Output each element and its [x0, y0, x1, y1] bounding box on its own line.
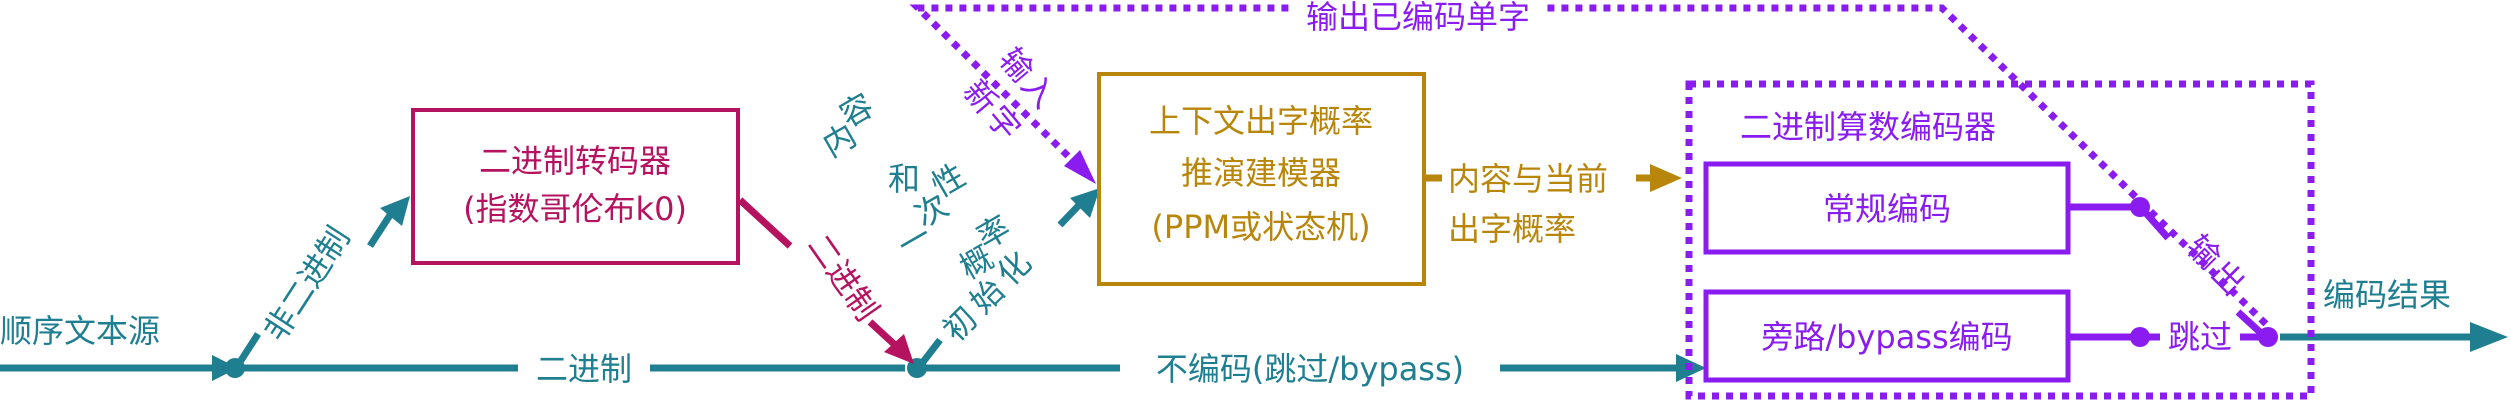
model-group: 上下文出字概率 推演建模器 (PPM或状态机) 内容与当前 出字概率	[1097, 72, 1682, 286]
binary-side-line-b	[867, 319, 898, 348]
output-coded-label: 输出已编码单字	[1306, 0, 1530, 36]
regular-text: 常规编码	[1823, 190, 1951, 228]
non-binary-line-b	[367, 210, 395, 248]
output-label: 输 出	[2179, 227, 2253, 303]
model-line2: 推演建模器	[1181, 154, 1341, 192]
result-arrowhead	[2470, 322, 2508, 352]
prob-text-line1: 内容与当前	[1448, 160, 1608, 198]
model-line1: 上下文出字概率	[1149, 102, 1373, 140]
binarizer-box	[411, 108, 740, 265]
non-binary-line-a	[237, 332, 261, 364]
init-line-b	[1057, 201, 1083, 228]
regular-diag-b	[2235, 309, 2265, 337]
prob-arrowhead	[1650, 164, 1682, 192]
init-line-a	[920, 337, 943, 365]
model-line3: (PPM或状态机)	[1151, 208, 1370, 246]
binarizer-line1: 二进制转码器	[479, 142, 671, 180]
source-label: 顺序文本源	[0, 312, 160, 350]
arith-title: 二进制算数编码器	[1740, 108, 1996, 146]
no-encode-label: 不编码(跳过/bypass)	[1156, 350, 1464, 388]
feedback-arrowhead	[1064, 150, 1096, 184]
bypass-text: 旁路/bypass编码	[1761, 318, 2012, 356]
skip-label: 跳过	[2168, 318, 2232, 356]
binary-side-label: 二进制	[800, 227, 886, 327]
content-c2-1: 和	[888, 160, 920, 198]
non-binary-label: 非二进制	[256, 220, 358, 348]
result-label: 编码结果	[2323, 276, 2451, 314]
binarizer-line2: (指数哥伦布k0)	[463, 190, 687, 228]
prob-text-line2: 出字概率	[1448, 210, 1576, 248]
binary-side-line-a	[737, 197, 793, 249]
diagram-canvas: 二进制转码器 (指数哥伦布k0) 上下文出字概率 推演建模器 (PPM或状态机)…	[0, 0, 2508, 400]
binary-main-label: 二进制	[536, 350, 632, 388]
